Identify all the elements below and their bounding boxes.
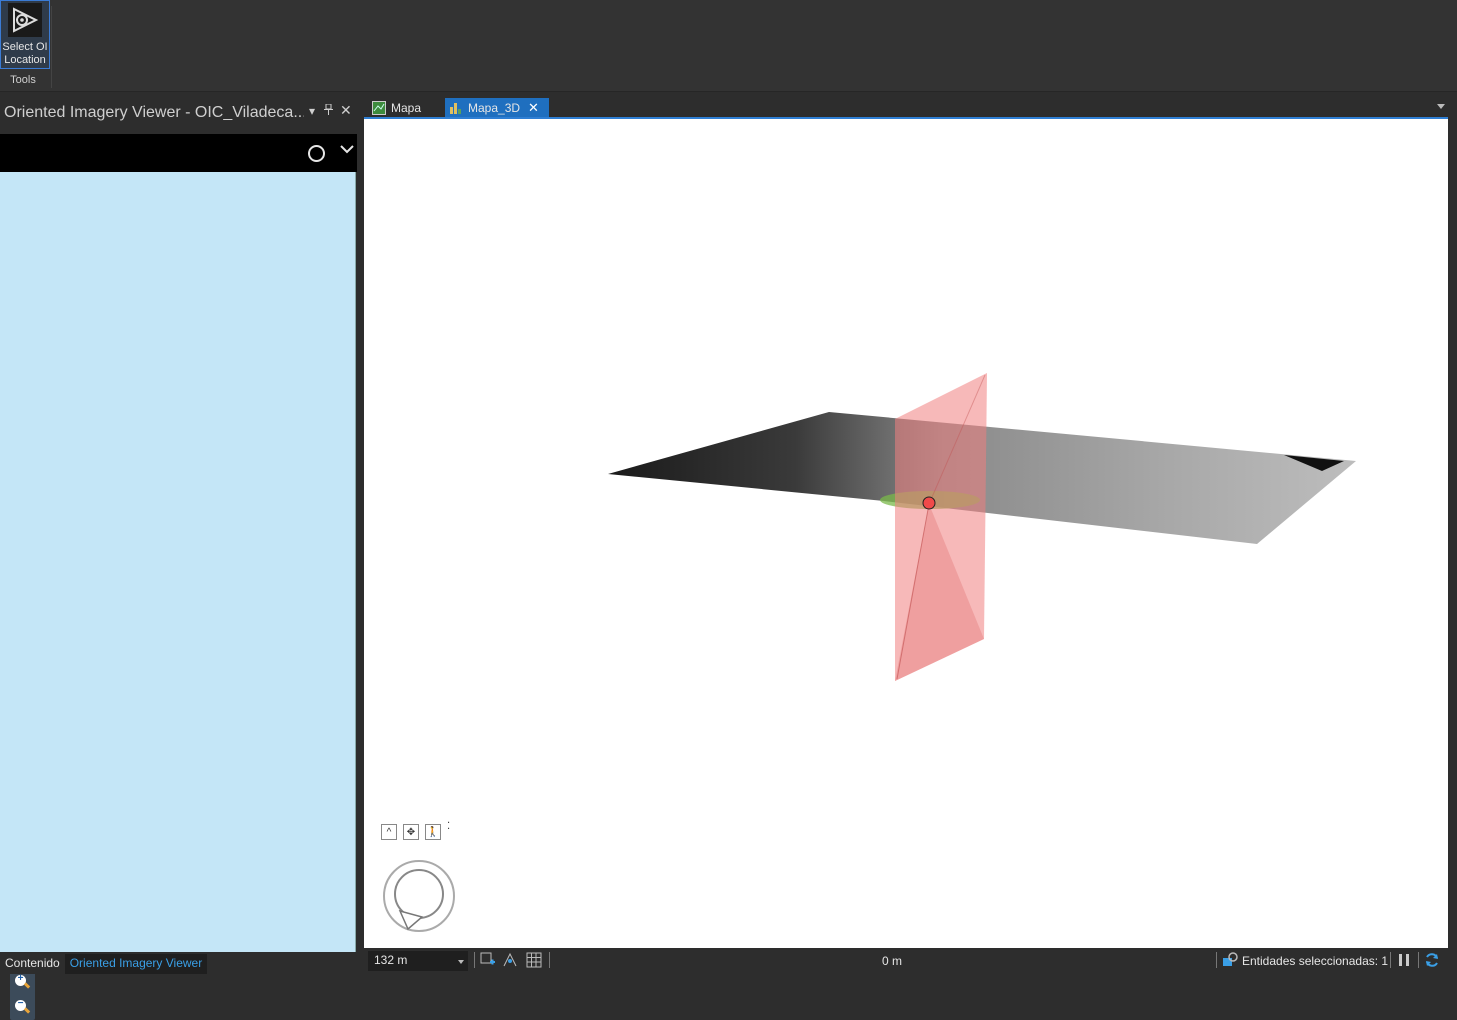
selected-features-icon[interactable] (1222, 952, 1238, 968)
status-separator (1418, 952, 1419, 968)
navigation-tools: ^ ✥ 🚶 ⁚ (381, 821, 450, 840)
status-separator (1390, 952, 1391, 968)
tab-mapa[interactable]: Mapa (368, 98, 444, 118)
tab-oriented-imagery-viewer[interactable]: Oriented Imagery Viewer (64, 954, 208, 974)
zoom-control: + − (10, 970, 35, 1020)
status-separator (549, 952, 550, 968)
refresh-icon[interactable] (1424, 952, 1440, 968)
pin-icon[interactable] (324, 103, 333, 118)
walk-icon[interactable]: 🚶 (425, 824, 441, 840)
zoom-out-button[interactable]: − (10, 995, 35, 1020)
group-separator (51, 6, 52, 88)
grid-icon[interactable] (526, 952, 542, 968)
navigator-compass-icon[interactable] (382, 859, 456, 933)
pane-header: Oriented Imagery Viewer - OIC_Viladeca..… (0, 96, 357, 130)
ribbon: Select OI Location Tools (0, 0, 1457, 92)
oriented-imagery-viewer-pane: Oriented Imagery Viewer - OIC_Viladeca..… (0, 96, 357, 1020)
scene-canvas (608, 373, 1356, 681)
map-tab-strip: Mapa Mapa_3D ✕ (364, 96, 1457, 118)
pause-icon[interactable] (1396, 952, 1412, 968)
dropdown-arrow-icon (458, 960, 464, 964)
scene-3d-icon (450, 103, 461, 114)
elevation-readout: 0 m (882, 954, 903, 968)
select-oi-location-label: Select OI Location (2, 41, 48, 66)
imagery-viewer-canvas[interactable]: + − (0, 172, 356, 1020)
tools-group-label: Tools (10, 74, 36, 86)
close-tab-icon[interactable]: ✕ (528, 100, 539, 116)
status-separator (1216, 952, 1217, 968)
circle-tool-icon[interactable] (308, 145, 325, 162)
pan-icon[interactable]: ✥ (403, 824, 419, 840)
tab-mapa-3d-label: Mapa_3D (468, 101, 521, 115)
viewer-toolbar (0, 134, 357, 172)
oriented-imagery-icon (8, 3, 42, 37)
tab-list-dropdown-icon[interactable] (1437, 104, 1445, 109)
tab-mapa-3d[interactable]: Mapa_3D ✕ (445, 98, 549, 118)
chevron-up-icon[interactable]: ^ (381, 824, 397, 840)
status-bar: 132 m 0 m Entidades seleccionadas: 1 (364, 948, 1457, 974)
snapping-icon[interactable] (502, 952, 518, 968)
map-2d-icon (372, 101, 386, 115)
scale-dropdown[interactable]: 132 m (368, 951, 468, 971)
pane-title: Oriented Imagery Viewer - OIC_Viladeca..… (4, 104, 304, 121)
close-pane-icon[interactable]: ✕ (340, 102, 352, 119)
camera-location-marker[interactable] (922, 496, 936, 510)
pane-menu-chevron-icon[interactable]: ▾ (309, 104, 315, 118)
more-dots-icon[interactable]: ⁚ (447, 821, 450, 840)
tab-mapa-label: Mapa (391, 101, 422, 115)
selected-features-count[interactable]: Entidades seleccionadas: 1 (1242, 954, 1388, 968)
left-bottom-tabs: Contenido Oriented Imagery Viewer (0, 954, 357, 974)
scale-value: 132 m (374, 953, 408, 967)
tab-contenido[interactable]: Contenido (0, 954, 65, 974)
add-grid-icon[interactable] (480, 952, 496, 968)
select-oi-location-button[interactable]: Select OI Location (0, 0, 50, 69)
status-separator (474, 952, 475, 968)
chevron-down-icon[interactable] (338, 140, 356, 158)
scene-view[interactable]: ^ ✥ 🚶 ⁚ (364, 117, 1448, 948)
